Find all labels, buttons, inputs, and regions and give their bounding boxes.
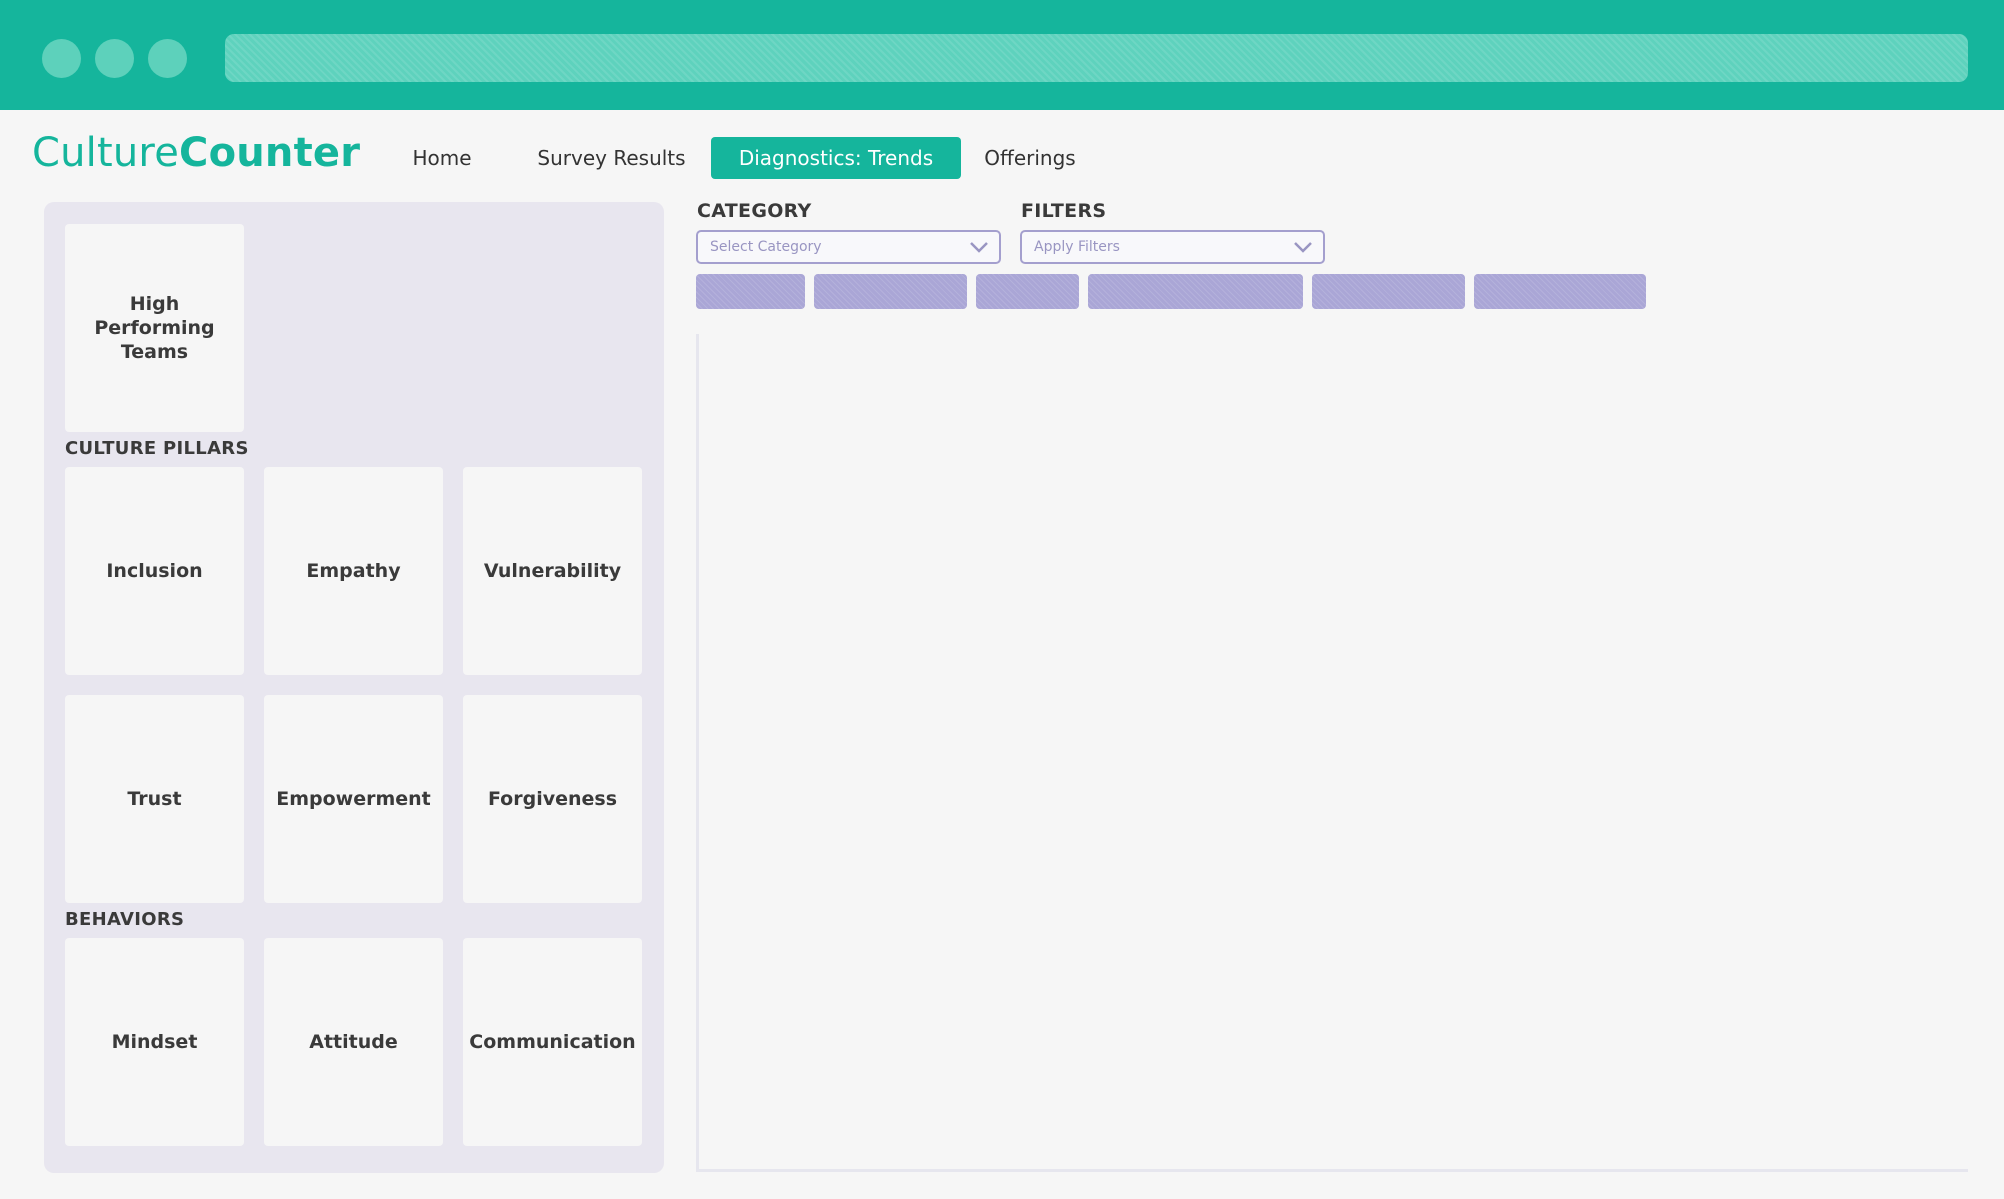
left-panel: High Performing Teams CULTURE PILLARS In… (44, 202, 664, 1173)
card-empowerment[interactable]: Empowerment (264, 695, 443, 903)
category-select-placeholder: Select Category (710, 239, 822, 255)
address-bar[interactable] (225, 34, 1968, 82)
filter-chip[interactable] (1474, 274, 1646, 309)
filter-chip[interactable] (696, 274, 805, 309)
card-high-performing-teams[interactable]: High Performing Teams (65, 224, 244, 432)
app-logo[interactable]: CultureCounter (32, 130, 360, 176)
chevron-down-icon (1294, 242, 1312, 253)
filters-label: FILTERS (1021, 200, 1107, 222)
logo-text-light: Culture (32, 130, 180, 176)
category-label: CATEGORY (697, 200, 812, 222)
chevron-down-icon (970, 242, 988, 253)
card-attitude[interactable]: Attitude (264, 938, 443, 1146)
nav-diagnostics-trends[interactable]: Diagnostics: Trends (711, 137, 961, 179)
window-dot-maximize[interactable] (148, 39, 187, 78)
culture-pillars-heading: CULTURE PILLARS (65, 438, 249, 459)
card-empathy[interactable]: Empathy (264, 467, 443, 675)
trends-chart-area (696, 334, 1968, 1172)
filters-select-placeholder: Apply Filters (1034, 239, 1120, 255)
card-vulnerability[interactable]: Vulnerability (463, 467, 642, 675)
window-dot-close[interactable] (42, 39, 81, 78)
category-select[interactable]: Select Category (696, 230, 1001, 264)
nav-offerings[interactable]: Offerings (975, 137, 1085, 179)
logo-text-bold: Counter (179, 130, 361, 176)
filters-select[interactable]: Apply Filters (1020, 230, 1325, 264)
card-communication[interactable]: Communication (463, 938, 642, 1146)
nav-survey-results[interactable]: Survey Results (530, 137, 693, 179)
window-dot-minimize[interactable] (95, 39, 134, 78)
card-mindset[interactable]: Mindset (65, 938, 244, 1146)
filter-chip[interactable] (1088, 274, 1303, 309)
filter-chip[interactable] (976, 274, 1079, 309)
filter-chip[interactable] (814, 274, 967, 309)
browser-title-bar (0, 0, 2004, 110)
card-trust[interactable]: Trust (65, 695, 244, 903)
card-inclusion[interactable]: Inclusion (65, 467, 244, 675)
filter-chip[interactable] (1312, 274, 1465, 309)
nav-home[interactable]: Home (400, 137, 484, 179)
behaviors-heading: BEHAVIORS (65, 909, 185, 930)
card-forgiveness[interactable]: Forgiveness (463, 695, 642, 903)
